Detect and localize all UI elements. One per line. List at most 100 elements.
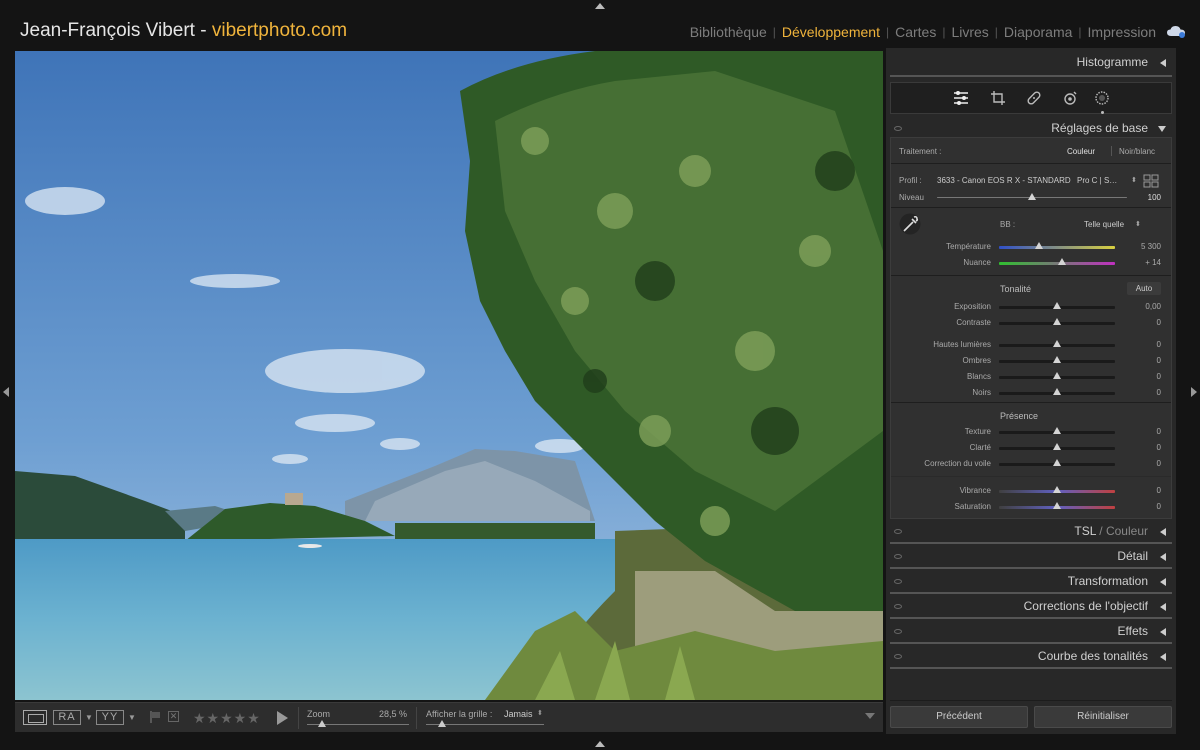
module-bibliotheque[interactable]: Bibliothèque	[690, 24, 767, 40]
dehaze-value[interactable]: 0	[1121, 459, 1161, 468]
tone-curve-panel-header[interactable]: Courbe des tonalités	[890, 644, 1172, 668]
dehaze-slider-thumb[interactable]	[1053, 459, 1061, 466]
temperature-slider-track[interactable]	[999, 246, 1115, 249]
tone-curve-collapse-icon[interactable]	[1160, 653, 1166, 661]
histogram-header[interactable]: Histogramme	[890, 50, 1172, 74]
temperature-value[interactable]: 5 300	[1121, 242, 1161, 251]
panel-toggle-eye-icon[interactable]	[894, 126, 902, 131]
slideshow-play-icon[interactable]	[277, 711, 288, 725]
left-panel-toggle-arrow[interactable]	[3, 387, 9, 397]
whites-value[interactable]: 0	[1121, 372, 1161, 381]
contrast-value[interactable]: 0	[1121, 318, 1161, 327]
profile-extra[interactable]: Pro C | S…	[1077, 176, 1117, 185]
transform-panel-header[interactable]: Transformation	[890, 569, 1172, 593]
highlights-value[interactable]: 0	[1121, 340, 1161, 349]
exposure-label: Exposition	[954, 302, 991, 311]
treatment-color-option[interactable]: Couleur	[1067, 147, 1095, 156]
white-balance-eyedropper-icon[interactable]	[899, 213, 921, 235]
before-after-tb-button[interactable]: YY	[96, 710, 124, 725]
exposure-slider-thumb[interactable]	[1053, 302, 1061, 309]
module-impression[interactable]: Impression	[1088, 24, 1156, 40]
blacks-value[interactable]: 0	[1121, 388, 1161, 397]
zoom-label: Zoom	[307, 709, 331, 719]
photo-canvas[interactable]	[15, 51, 883, 700]
texture-slider-thumb[interactable]	[1053, 427, 1061, 434]
red-eye-icon[interactable]	[1062, 90, 1078, 106]
exposure-value[interactable]: 0,00	[1121, 302, 1161, 311]
grid-select-arrow-icon[interactable]: ⬍	[537, 709, 543, 717]
before-after-tb-caret-icon[interactable]: ▼	[128, 713, 136, 722]
shadows-value[interactable]: 0	[1121, 356, 1161, 365]
hsl-collapse-icon[interactable]	[1160, 528, 1166, 536]
auto-tone-button[interactable]: Auto	[1127, 282, 1161, 295]
previous-button[interactable]: Précédent	[890, 706, 1028, 728]
panel-toggle-eye-icon[interactable]	[894, 629, 902, 634]
hsl-panel-header[interactable]: TSL / Couleur	[890, 519, 1172, 543]
healing-bandage-icon[interactable]	[1026, 90, 1042, 106]
panel-buttons: Précédent Réinitialiser	[890, 706, 1172, 730]
histogram-collapse-icon[interactable]	[1160, 59, 1166, 67]
flag-icon[interactable]	[149, 710, 161, 724]
before-after-lr-button[interactable]: RA	[53, 710, 81, 725]
basic-panel-body: Traitement : Couleur Noir/blanc Profil :…	[890, 137, 1172, 519]
panel-toggle-eye-icon[interactable]	[894, 529, 902, 534]
grid-opacity-slider-thumb[interactable]	[438, 720, 446, 727]
blacks-slider-thumb[interactable]	[1053, 388, 1061, 395]
basic-collapse-icon[interactable]	[1158, 126, 1166, 132]
contrast-slider-thumb[interactable]	[1053, 318, 1061, 325]
edit-sliders-icon[interactable]	[953, 90, 969, 106]
tint-slider-track[interactable]	[999, 262, 1115, 265]
toolbar-menu-chevron-icon[interactable]	[865, 713, 875, 719]
star-rating[interactable]: ★★★★★	[193, 710, 261, 727]
tint-value[interactable]: + 14	[1121, 258, 1161, 267]
filmstrip-toggle-arrow[interactable]	[595, 741, 605, 747]
temperature-slider-thumb[interactable]	[1035, 242, 1043, 249]
module-developpement[interactable]: Développement	[782, 24, 880, 40]
vibrance-value[interactable]: 0	[1121, 486, 1161, 495]
reject-flag-icon[interactable]: ✕	[168, 711, 179, 722]
module-cartes[interactable]: Cartes	[895, 24, 936, 40]
zoom-slider-thumb[interactable]	[318, 720, 326, 727]
loupe-view-button[interactable]	[23, 710, 47, 725]
masking-icon[interactable]	[1094, 90, 1110, 106]
reset-button[interactable]: Réinitialiser	[1034, 706, 1172, 728]
shadows-slider-thumb[interactable]	[1053, 356, 1061, 363]
vibrance-slider-thumb[interactable]	[1053, 486, 1061, 493]
whites-label: Blancs	[966, 372, 991, 381]
niveau-slider-thumb[interactable]	[1028, 193, 1036, 200]
module-livres[interactable]: Livres	[951, 24, 988, 40]
grid-overlay-select[interactable]: Jamais	[504, 709, 533, 719]
panel-toggle-eye-icon[interactable]	[894, 604, 902, 609]
detail-collapse-icon[interactable]	[1160, 553, 1166, 561]
right-panel-toggle-arrow[interactable]	[1191, 387, 1197, 397]
transform-collapse-icon[interactable]	[1160, 578, 1166, 586]
saturation-slider-thumb[interactable]	[1053, 502, 1061, 509]
before-after-lr-caret-icon[interactable]: ▼	[85, 713, 93, 722]
saturation-value[interactable]: 0	[1121, 502, 1161, 511]
tint-slider-thumb[interactable]	[1058, 258, 1066, 265]
lens-collapse-icon[interactable]	[1160, 603, 1166, 611]
lens-corrections-panel-header[interactable]: Corrections de l'objectif	[890, 594, 1172, 618]
effects-panel-header[interactable]: Effets	[890, 619, 1172, 643]
crop-icon[interactable]	[990, 90, 1006, 106]
clarity-slider-thumb[interactable]	[1053, 443, 1061, 450]
effects-collapse-icon[interactable]	[1160, 628, 1166, 636]
profile-browser-icon[interactable]	[1143, 174, 1159, 188]
texture-value[interactable]: 0	[1121, 427, 1161, 436]
wb-select-arrow-icon[interactable]: ⬍	[1135, 220, 1141, 228]
treatment-bw-option[interactable]: Noir/blanc	[1119, 147, 1155, 156]
profile-select[interactable]: 3633 - Canon EOS R X - STANDARD	[937, 176, 1071, 185]
detail-panel-header[interactable]: Détail	[890, 544, 1172, 568]
profile-select-arrow-icon[interactable]: ⬍	[1131, 176, 1137, 184]
collapse-top-panel-arrow[interactable]	[595, 3, 605, 9]
wb-select[interactable]: Telle quelle	[1084, 220, 1124, 229]
cloud-sync-icon[interactable]	[1166, 24, 1186, 38]
panel-toggle-eye-icon[interactable]	[894, 579, 902, 584]
panel-toggle-eye-icon[interactable]	[894, 654, 902, 659]
highlights-slider-thumb[interactable]	[1053, 340, 1061, 347]
panel-toggle-eye-icon[interactable]	[894, 554, 902, 559]
niveau-label: Niveau	[899, 193, 924, 202]
whites-slider-thumb[interactable]	[1053, 372, 1061, 379]
module-diaporama[interactable]: Diaporama	[1004, 24, 1072, 40]
clarity-value[interactable]: 0	[1121, 443, 1161, 452]
